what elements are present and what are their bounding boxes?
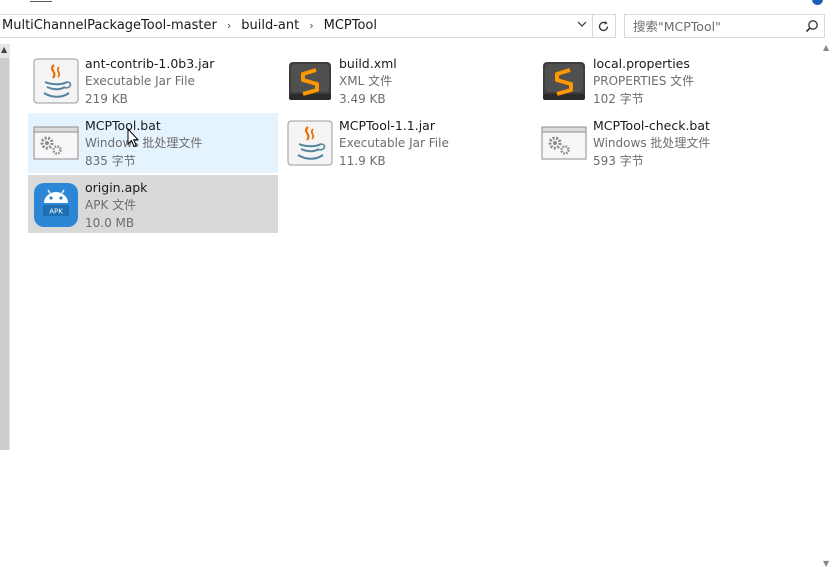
file-item[interactable]: local.properties PROPERTIES 文件 102 字节 (536, 51, 786, 111)
breadcrumb-chevron-icon[interactable]: › (219, 15, 239, 37)
file-type: XML 文件 (339, 74, 393, 88)
android-apk-icon: APK (34, 183, 78, 227)
file-item[interactable]: APK origin.apk APK 文件 10.0 MB (28, 175, 278, 233)
file-size: 11.9 KB (339, 154, 386, 168)
file-size: 593 字节 (593, 154, 644, 168)
file-item[interactable]: build.xml XML 文件 3.49 KB (282, 51, 532, 111)
file-size: 835 字节 (85, 154, 136, 168)
file-size: 10.0 MB (85, 216, 135, 230)
file-item[interactable]: MCPTool.bat Windows 批处理文件 835 字节 (28, 113, 278, 173)
file-name: origin.apk (85, 180, 148, 195)
file-type: PROPERTIES 文件 (593, 74, 695, 88)
file-name: ant-contrib-1.0b3.jar (85, 56, 215, 71)
breadcrumb-item[interactable]: MultiChannelPackageTool-master (0, 15, 219, 37)
apk-label: APK (49, 208, 63, 216)
java-jar-icon (287, 120, 333, 166)
sublime-text-icon (543, 62, 585, 100)
file-name: local.properties (593, 56, 690, 71)
sublime-text-icon (289, 62, 331, 100)
file-type: Windows 批处理文件 (593, 136, 711, 150)
scroll-up-arrow-icon[interactable]: ▲ (823, 43, 829, 52)
file-name: MCPTool.bat (85, 118, 161, 133)
breadcrumb-chevron-icon[interactable]: › (301, 15, 321, 37)
chevron-down-icon[interactable] (576, 19, 588, 33)
address-bar[interactable]: MultiChannelPackageTool-master › build-a… (0, 14, 616, 38)
file-size: 102 字节 (593, 92, 644, 106)
batch-file-icon (33, 126, 79, 160)
help-icon[interactable] (812, 0, 823, 5)
refresh-icon[interactable] (592, 15, 614, 37)
file-name: MCPTool-1.1.jar (339, 118, 435, 133)
nav-pane-scrollbar[interactable]: ▲ (0, 44, 10, 450)
file-item[interactable]: MCPTool-1.1.jar Executable Jar File 11.9… (282, 113, 532, 173)
ribbon-strip (0, 0, 835, 12)
file-type: Windows 批处理文件 (85, 136, 203, 150)
mouse-cursor-icon (127, 128, 139, 148)
file-size: 3.49 KB (339, 92, 386, 106)
file-name: build.xml (339, 56, 397, 71)
file-type: APK 文件 (85, 198, 137, 212)
search-icon[interactable] (805, 19, 819, 33)
file-item[interactable]: MCPTool-check.bat Windows 批处理文件 593 字节 (536, 113, 786, 173)
batch-file-icon (541, 126, 587, 160)
scroll-down-arrow-icon[interactable]: ▼ (823, 559, 829, 568)
search-input[interactable] (633, 17, 793, 35)
file-size: 219 KB (85, 92, 128, 106)
file-item[interactable]: ant-contrib-1.0b3.jar Executable Jar Fil… (28, 51, 278, 111)
search-box (624, 14, 825, 38)
ribbon-fragment (30, 0, 52, 2)
breadcrumb-item[interactable]: build-ant (239, 15, 301, 37)
file-type: Executable Jar File (85, 74, 195, 88)
breadcrumb-item[interactable]: MCPTool (322, 15, 379, 37)
scrollbar-thumb[interactable] (0, 58, 9, 450)
scroll-up-arrow-icon[interactable]: ▲ (1, 46, 7, 54)
file-name: MCPTool-check.bat (593, 118, 710, 133)
file-type: Executable Jar File (339, 136, 449, 150)
java-jar-icon (33, 58, 79, 104)
breadcrumb: MultiChannelPackageTool-master › build-a… (0, 15, 379, 37)
